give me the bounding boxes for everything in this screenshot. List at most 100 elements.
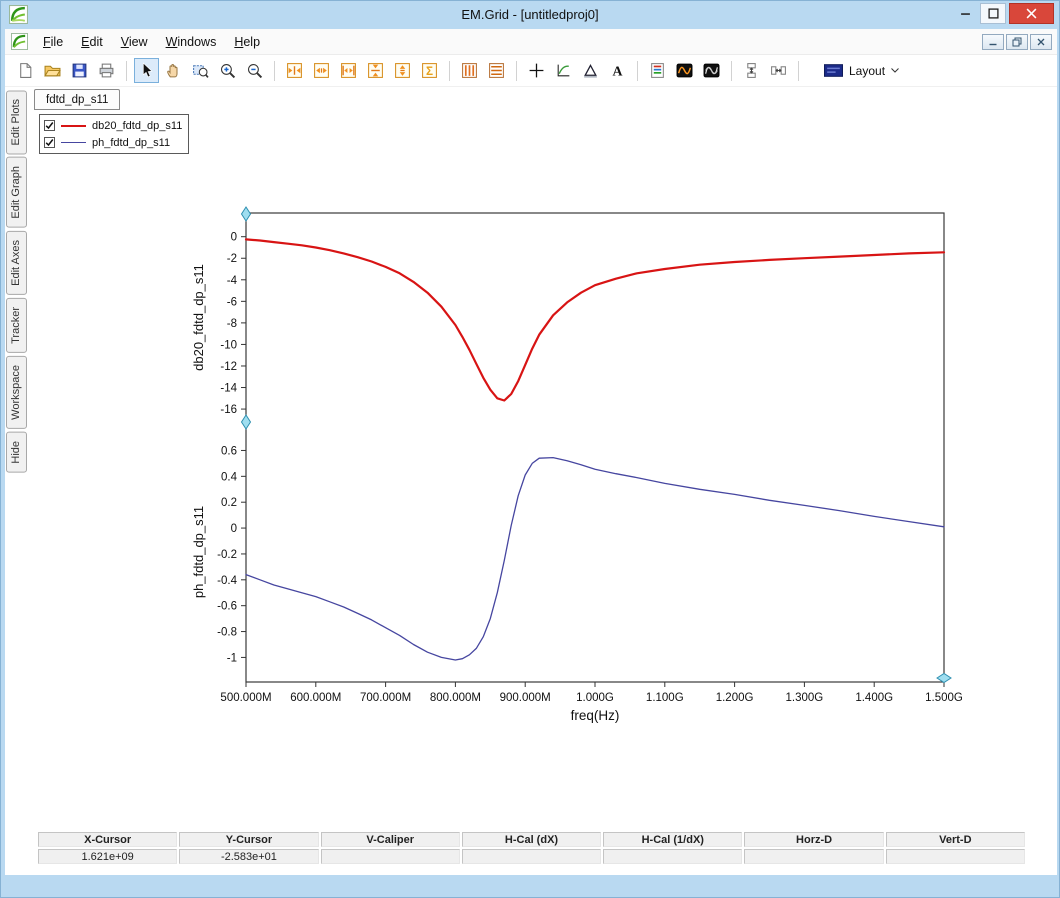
- select-cursor-icon: [138, 62, 155, 79]
- save-button[interactable]: [67, 58, 92, 83]
- x-tick-label: 1.300G: [786, 692, 824, 704]
- fit-x-extents-icon: [340, 62, 357, 79]
- zoom-window-button[interactable]: [188, 58, 213, 83]
- legend-item[interactable]: ph_fdtd_dp_s11: [44, 135, 182, 150]
- fit-horizontal-button[interactable]: [282, 58, 307, 83]
- menu-bar: FileEditViewWindowsHelp: [5, 29, 1057, 55]
- minimize-button[interactable]: [950, 3, 980, 24]
- content-area: Edit Plots Edit Graph Edit Axes Tracker Work…: [5, 87, 1057, 875]
- open-folder-icon: [44, 62, 61, 79]
- status-header: Vert-D: [886, 832, 1025, 847]
- layout-label: Layout: [849, 64, 885, 78]
- legend-item[interactable]: db20_fdtd_dp_s11: [44, 118, 182, 133]
- x-tick-label: 500.000M: [220, 692, 271, 704]
- vertical-markers-button[interactable]: [457, 58, 482, 83]
- text-label-icon: A: [609, 62, 626, 79]
- add-cursor-button[interactable]: [524, 58, 549, 83]
- zoom-window-icon: [192, 62, 209, 79]
- expand-horizontal-icon: [770, 62, 787, 79]
- waveform-orange-icon: [676, 62, 693, 79]
- y-tick-label: -4: [227, 275, 238, 287]
- menu-item-view[interactable]: View: [112, 32, 157, 52]
- legend-checkbox[interactable]: [44, 120, 55, 131]
- expand-horizontal-button[interactable]: [766, 58, 791, 83]
- sidebar-tab-edit-graph[interactable]: Edit Graph: [6, 157, 27, 228]
- legend-checkbox[interactable]: [44, 137, 55, 148]
- layout-menu-button[interactable]: Layout: [814, 60, 909, 82]
- toolbar-separator: [449, 61, 450, 81]
- status-value: [603, 849, 742, 864]
- pan-vertical-icon: [394, 62, 411, 79]
- waveform-orange-button[interactable]: [672, 58, 697, 83]
- y-tick-label: -0.2: [217, 549, 237, 561]
- legend-label: ph_fdtd_dp_s11: [92, 137, 170, 149]
- delta-triangle-icon: [582, 62, 599, 79]
- y-axis-title: db20_fdtd_dp_s11: [191, 264, 206, 371]
- axis-handle[interactable]: [242, 207, 251, 221]
- pan-vertical-button[interactable]: [390, 58, 415, 83]
- select-cursor-button[interactable]: [134, 58, 159, 83]
- horizontal-markers-button[interactable]: [484, 58, 509, 83]
- text-label-button[interactable]: A: [605, 58, 630, 83]
- axis-handle[interactable]: [937, 674, 951, 683]
- x-tick-label: 900.000M: [500, 692, 551, 704]
- expand-vertical-button[interactable]: [739, 58, 764, 83]
- maximize-button[interactable]: [980, 3, 1006, 24]
- status-header: Y-Cursor: [179, 832, 318, 847]
- sidebar-tab-tracker[interactable]: Tracker: [6, 298, 27, 353]
- mdi-minimize-button[interactable]: [982, 34, 1004, 50]
- fit-x-extents-button[interactable]: [336, 58, 361, 83]
- document-tab[interactable]: fdtd_dp_s11: [34, 89, 120, 110]
- mdi-close-button[interactable]: [1030, 34, 1052, 50]
- axes-curve-button[interactable]: [551, 58, 576, 83]
- delta-triangle-button[interactable]: [578, 58, 603, 83]
- mdi-minimize-icon: [988, 37, 998, 47]
- x-axis-title: freq(Hz): [571, 708, 620, 723]
- axes-curve-icon: [555, 62, 572, 79]
- pan-horizontal-icon: [313, 62, 330, 79]
- status-header: X-Cursor: [38, 832, 177, 847]
- y-tick-label: 0: [231, 232, 237, 244]
- menu-item-windows[interactable]: Windows: [157, 32, 226, 52]
- new-file-button[interactable]: [13, 58, 38, 83]
- save-icon: [71, 62, 88, 79]
- plot-canvas[interactable]: 0-2-4-6-8-10-12-14-16db20_fdtd_dp_s110.6…: [151, 201, 981, 731]
- x-tick-label: 1.100G: [646, 692, 684, 704]
- legend-label: db20_fdtd_dp_s11: [92, 120, 182, 132]
- menu-item-help[interactable]: Help: [225, 32, 269, 52]
- plot-frame: [246, 213, 944, 682]
- mdi-restore-button[interactable]: [1006, 34, 1028, 50]
- open-folder-button[interactable]: [40, 58, 65, 83]
- autoscale-sigma-button[interactable]: Σ: [417, 58, 442, 83]
- zoom-out-button[interactable]: [242, 58, 267, 83]
- print-icon: [98, 62, 115, 79]
- menu-item-edit[interactable]: Edit: [72, 32, 112, 52]
- menu-item-file[interactable]: File: [34, 32, 72, 52]
- y-tick-label: 0.6: [221, 445, 237, 457]
- sidebar-tab-workspace[interactable]: Workspace: [6, 356, 27, 429]
- waveform-white-button[interactable]: [699, 58, 724, 83]
- sidebar-tab-hide[interactable]: Hide: [6, 432, 27, 473]
- sidebar-vertical-tabs: Edit Plots Edit Graph Edit Axes Tracker Work…: [6, 90, 29, 472]
- fit-vertical-button[interactable]: [363, 58, 388, 83]
- colored-page-button[interactable]: [645, 58, 670, 83]
- pan-hand-button[interactable]: [161, 58, 186, 83]
- expand-vertical-icon: [743, 62, 760, 79]
- zoom-in-icon: [219, 62, 236, 79]
- sidebar-tab-edit-plots[interactable]: Edit Plots: [6, 90, 27, 154]
- pan-horizontal-button[interactable]: [309, 58, 334, 83]
- status-value: [321, 849, 460, 864]
- status-header: V-Caliper: [321, 832, 460, 847]
- chevron-down-icon: [891, 68, 899, 73]
- y-axis-title: ph_fdtd_dp_s11: [191, 506, 206, 598]
- axis-handle[interactable]: [242, 415, 251, 429]
- title-bar: EM.Grid - [untitledproj0]: [1, 1, 1059, 29]
- zoom-in-button[interactable]: [215, 58, 240, 83]
- close-icon: [1026, 8, 1037, 19]
- sidebar-tab-edit-axes[interactable]: Edit Axes: [6, 231, 27, 295]
- new-file-icon: [17, 62, 34, 79]
- minimize-icon: [960, 8, 971, 19]
- close-button[interactable]: [1009, 3, 1054, 24]
- print-button[interactable]: [94, 58, 119, 83]
- y-tick-label: -14: [220, 383, 237, 395]
